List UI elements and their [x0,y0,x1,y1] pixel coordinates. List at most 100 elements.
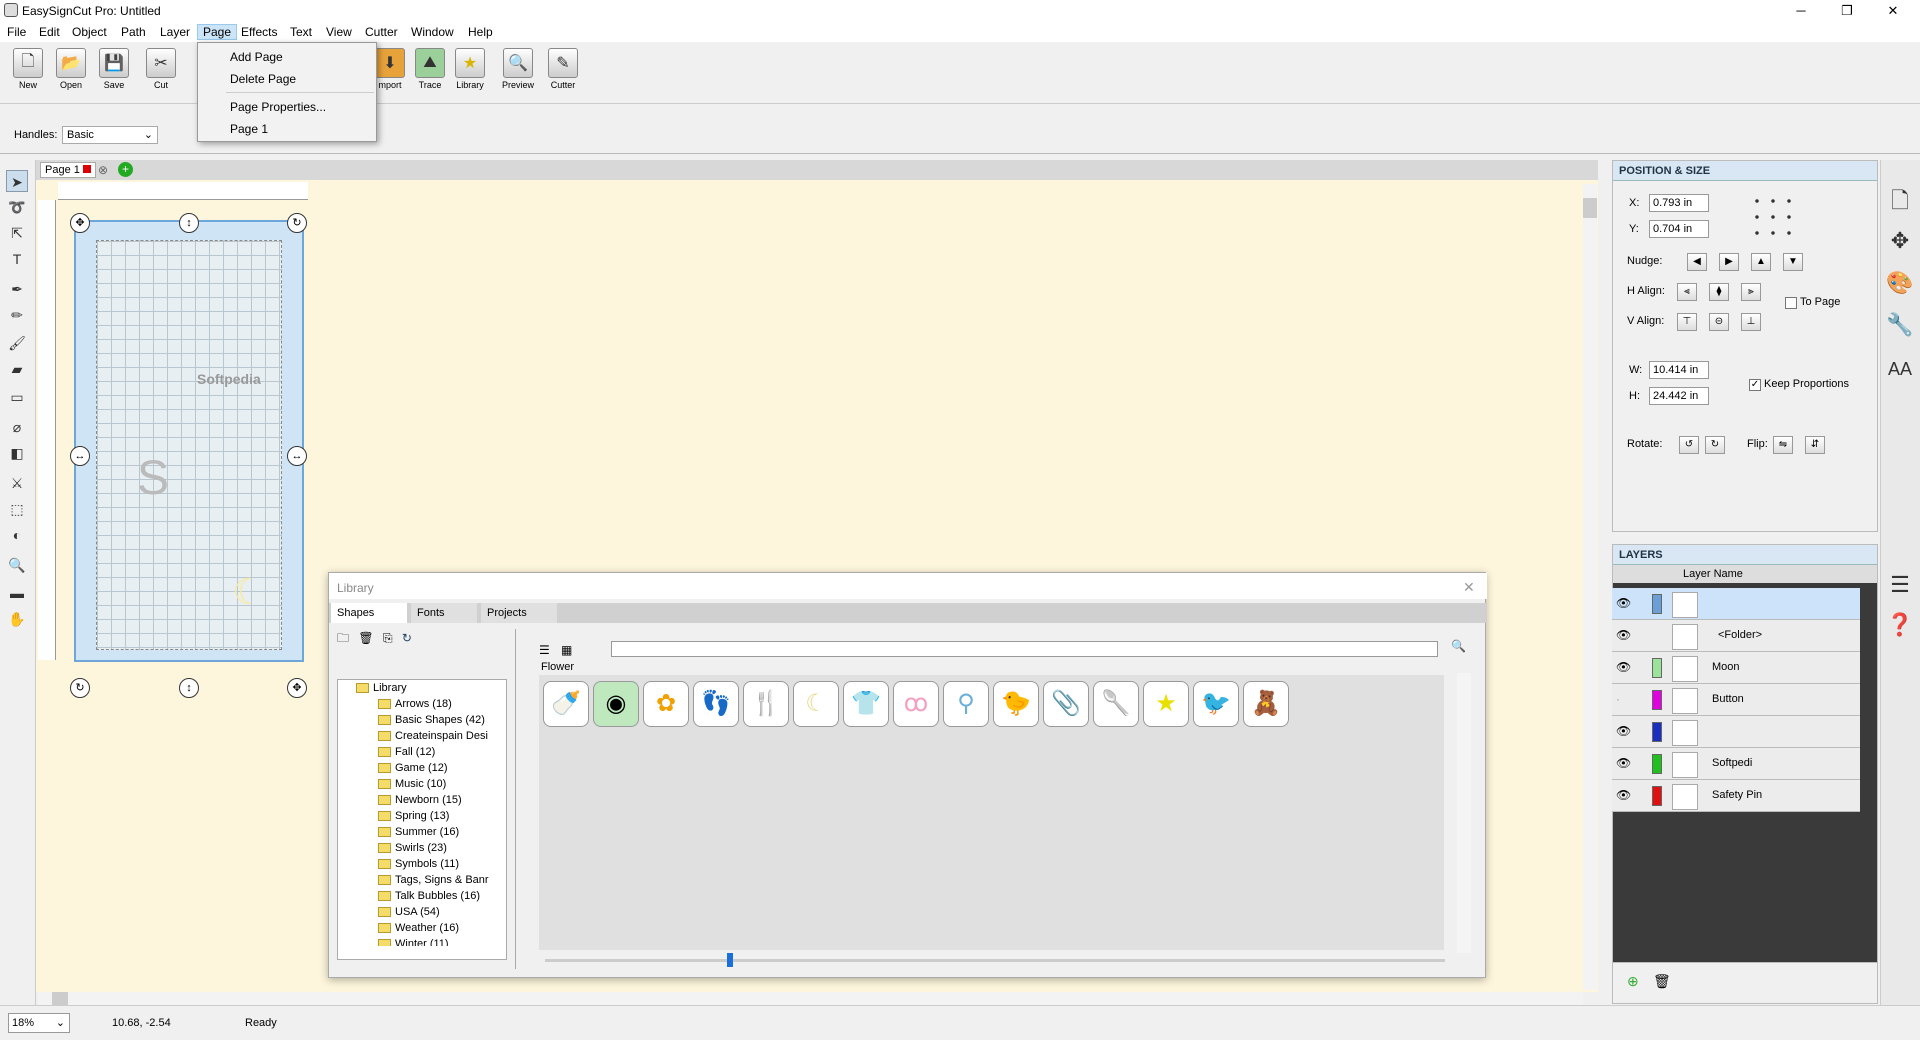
list-view-icon[interactable]: ☰ [539,643,555,657]
footprints-icon[interactable]: 👣 [693,681,739,727]
scroll-thumb[interactable] [52,992,68,1005]
layer-color-swatch[interactable] [1652,786,1662,806]
menu-layer[interactable]: Layer [155,24,195,40]
move-icon[interactable]: ✥ [1882,224,1918,258]
close-page-icon[interactable]: ⊗ [98,163,108,177]
grid-view-icon[interactable]: ▦ [561,643,577,657]
font-size-icon[interactable]: AA [1882,352,1918,386]
close-button[interactable]: ✕ [1870,0,1916,22]
menu-effects[interactable]: Effects [236,24,282,40]
to-page-checkbox[interactable] [1785,297,1797,309]
brush-tool-icon[interactable]: 🖌 [6,332,28,354]
save-button[interactable]: 💾 Save [94,46,134,102]
nudge-up-button[interactable]: ▲ [1751,253,1771,271]
tree-folder[interactable]: Newborn (15) [378,794,462,810]
duck-icon[interactable]: 🐤 [993,681,1039,727]
text-tool-icon[interactable]: T [6,248,28,270]
layers-icon[interactable]: ☰ [1882,568,1918,602]
tree-root[interactable]: Library [356,682,407,698]
library-button[interactable]: ★ Library [450,46,490,102]
tree-folder[interactable]: Music (10) [378,778,446,794]
scroll-thumb[interactable] [1583,198,1597,218]
resize-handle-tl[interactable]: ✥ [70,213,90,233]
menu-object[interactable]: Object [67,24,112,40]
resize-handle-right[interactable]: ↔ [287,446,307,466]
tree-folder[interactable]: Tags, Signs & Banr [378,874,489,890]
new-button[interactable]: 🗋 New [8,46,48,102]
flower-icon[interactable]: ✿ [643,681,689,727]
knife-tool-icon[interactable]: ⚔ [6,472,28,494]
library-search-input[interactable] [611,641,1438,657]
pencil-tool-icon[interactable]: ✏ [6,304,28,326]
align-left-icon[interactable]: ⫷ [1677,283,1697,301]
layer-row[interactable]: 👁 [1612,716,1860,748]
tab-projects[interactable]: Projects [481,603,557,623]
pacifier-icon[interactable]: ꝏ [893,681,939,727]
layer-color-swatch[interactable] [1652,722,1662,742]
layer-row[interactable]: 👁 [1612,588,1860,620]
preview-button[interactable]: 🔍 Preview [498,46,538,102]
tree-folder[interactable]: Basic Shapes (42) [378,714,485,730]
zoom-tool-icon[interactable]: 🔍 [6,554,28,576]
star-icon[interactable]: ★ [1143,681,1189,727]
tree-folder[interactable]: Symbols (11) [378,858,459,874]
tab-fonts[interactable]: Fonts [411,603,477,623]
resize-handle-bl[interactable]: ↻ [70,678,90,698]
align-right-icon[interactable]: ⫸ [1741,283,1761,301]
trash-icon[interactable]: 🗑 [1653,973,1671,990]
fill-tool-icon[interactable]: ◧ [6,442,28,464]
onesie-icon[interactable]: 👕 [843,681,889,727]
menu-window[interactable]: Window [406,24,459,40]
zoom-select[interactable]: 18% ⌄ [8,1013,70,1033]
shapes-scrollbar[interactable] [1457,673,1471,953]
nudge-down-button[interactable]: ▼ [1783,253,1803,271]
eye-icon[interactable]: 👁 [1616,756,1631,770]
layer-row[interactable]: · Button [1612,684,1860,716]
flip-horizontal-icon[interactable]: ⇋ [1773,436,1793,454]
moon-icon[interactable]: ☾ [793,681,839,727]
layer-color-swatch[interactable] [1652,594,1662,614]
select-tool-icon[interactable]: ➤ [6,170,28,192]
canvas-horizontal-scrollbar[interactable] [38,992,1583,1005]
eye-icon[interactable]: 👁 [1616,596,1631,610]
design-selection[interactable]: Softpedia S ☾ [96,240,282,650]
menu-text[interactable]: Text [285,24,317,40]
transform-tool-icon[interactable]: ⬚ [6,498,28,520]
menu-cutter[interactable]: Cutter [360,24,403,40]
search-icon[interactable]: 🔍 [1451,639,1466,653]
eye-icon[interactable]: 👁 [1616,660,1631,674]
cut-button[interactable]: ✂ Cut [141,46,181,102]
safety-pin-icon[interactable]: 📎 [1043,681,1089,727]
flip-vertical-icon[interactable]: ⇵ [1805,436,1825,454]
rotate-tool-icon[interactable]: ◐ [6,524,28,546]
eraser-tool-icon[interactable]: ▰ [6,358,28,380]
bottle-icon[interactable]: 🍼 [543,681,589,727]
rotate-cw-icon[interactable]: ↻ [1705,436,1725,454]
menu-edit[interactable]: Edit [34,24,65,40]
height-input[interactable]: 24.442 in [1649,387,1709,405]
menu-item-page-properties[interactable]: Page Properties... [198,97,376,117]
document-icon[interactable]: 🗋 [1882,184,1918,218]
layer-row[interactable]: 👁 Moon [1612,652,1860,684]
help-icon[interactable]: ❓ [1882,608,1918,642]
align-bottom-icon[interactable]: ⊥ [1741,313,1761,331]
nudge-left-button[interactable]: ◀ [1687,253,1707,271]
fork-icon[interactable]: 🍴 [743,681,789,727]
slider-thumb[interactable] [727,953,733,967]
menu-item-delete-page[interactable]: Delete Page [198,69,376,89]
y-input[interactable]: 0.704 in [1649,220,1709,238]
shape-tool-icon[interactable]: ▭ [6,386,28,408]
menu-page[interactable]: Page [197,24,238,40]
teddy-bear-icon[interactable]: 🧸 [1243,681,1289,727]
menu-item-add-page[interactable]: Add Page [198,47,376,67]
eye-icon[interactable]: 👁 [1616,788,1631,802]
resize-handle-bottom[interactable]: ↕ [179,678,199,698]
refresh-icon[interactable]: ↻ [402,631,412,645]
eye-icon[interactable]: 👁 [1616,628,1631,642]
new-folder-icon[interactable]: 🗀 [337,631,349,645]
thumbnail-size-slider[interactable] [545,959,1445,962]
spoon-icon[interactable]: 🥄 [1093,681,1139,727]
wrench-icon[interactable]: 🔧 [1882,308,1918,342]
lasso-tool-icon[interactable]: ➰ [6,196,28,218]
hidden-eye-icon[interactable]: · [1616,692,1620,706]
